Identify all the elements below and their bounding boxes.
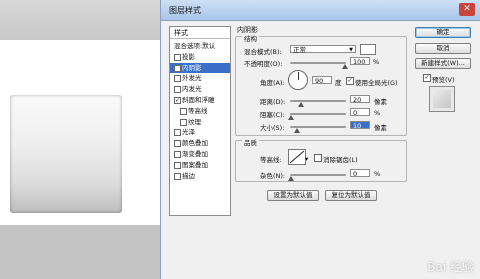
sidebar-item-checkbox[interactable] <box>174 75 181 83</box>
sidebar-item-checkbox[interactable] <box>174 161 181 169</box>
structure-title: 结构 <box>242 33 259 43</box>
sidebar-item[interactable]: 投影 <box>170 52 230 62</box>
dialog-title: 图层样式 <box>169 6 201 15</box>
noise-slider[interactable] <box>290 174 346 176</box>
size-slider-thumb[interactable] <box>294 128 300 133</box>
preview-label: 预览(V) <box>432 76 455 84</box>
set-default-button[interactable]: 设置为默认值 <box>267 190 319 201</box>
watermark: Bai 经验 <box>427 260 474 274</box>
opacity-slider-thumb[interactable] <box>342 64 348 69</box>
sidebar-item[interactable]: 纹理 <box>170 117 230 127</box>
sidebar-item-checkbox[interactable] <box>174 86 181 94</box>
sidebar-item-label: 投影 <box>182 52 195 61</box>
sidebar-item-label: 外发光 <box>182 74 202 83</box>
sidebar-item[interactable]: 渐变叠加 <box>170 149 230 159</box>
style-preview-swatch <box>429 86 455 112</box>
sidebar-item-label: 内发光 <box>182 85 202 94</box>
sidebar-item[interactable]: ✓ 内阴影 <box>170 62 230 73</box>
sidebar-item-checkbox[interactable] <box>174 140 181 148</box>
noise-label: 杂色(N): <box>260 172 286 180</box>
sidebar-item-checkbox[interactable] <box>174 53 181 61</box>
new-style-button[interactable]: 新建样式(W)... <box>415 58 471 69</box>
styles-list: 样式 混合选项:默认 投影 ✓ 内阴影 外发光 内发光 ✓ 斜面和浮雕 等高线 纹理 光泽 颜色叠加渐… <box>169 26 231 216</box>
sidebar-item[interactable]: 光泽 <box>170 127 230 137</box>
sidebar-item[interactable]: ✓ 斜面和浮雕 <box>170 95 230 105</box>
blend-mode-value: 正常 <box>293 46 306 54</box>
sidebar-item-label: 光泽 <box>182 128 195 137</box>
cancel-button[interactable]: 取消 <box>415 43 471 54</box>
sidebar-item[interactable]: 颜色叠加 <box>170 138 230 148</box>
sidebar-item-label: 纹理 <box>188 117 201 126</box>
structure-group: 结构 混合模式(B): 正常 不透明度(O): 100 % 角度(A): 90 … <box>235 33 407 136</box>
angle-unit: 度 <box>335 79 342 87</box>
contour-picker[interactable] <box>288 149 306 165</box>
styles-list-header[interactable]: 样式 <box>170 27 230 39</box>
sidebar-item-checkbox[interactable] <box>174 172 181 180</box>
antialias-checkbox[interactable] <box>314 154 322 162</box>
quality-title: 品质 <box>242 137 259 147</box>
distance-label: 距离(D): <box>260 98 286 106</box>
angle-input[interactable]: 90 <box>312 76 332 85</box>
layer-style-dialog: 图层样式 ✕ 样式 混合选项:默认 投影 ✓ 内阴影 外发光 内发光 ✓ 斜面和浮雕 等高线 纹理… <box>160 0 480 279</box>
sidebar-item-label: 斜面和浮雕 <box>182 96 215 104</box>
sidebar-item[interactable]: 内发光 <box>170 84 230 94</box>
sidebar-item-checkbox[interactable] <box>174 129 181 137</box>
noise-input[interactable]: 0 <box>350 169 370 178</box>
blend-mode-select[interactable]: 正常 <box>290 45 356 54</box>
sidebar-item-label: 内阴影 <box>182 63 202 72</box>
sidebar-item-checkbox[interactable] <box>180 118 187 126</box>
shadow-color-swatch[interactable] <box>360 44 376 55</box>
sidebar-item[interactable]: 外发光 <box>170 73 230 83</box>
dialog-titlebar: 图层样式 <box>161 0 480 21</box>
choke-input[interactable]: 0 <box>350 108 370 117</box>
sidebar-item[interactable]: 描边 <box>170 171 230 181</box>
contour-dropdown-icon[interactable]: ▾ <box>305 155 308 163</box>
sidebar-item-label: 颜色叠加 <box>182 139 208 148</box>
size-label: 大小(S): <box>260 124 285 132</box>
opacity-input[interactable]: 100 <box>350 57 370 66</box>
angle-label: 角度(A): <box>260 79 285 87</box>
sidebar-item-label: 渐变叠加 <box>182 150 208 158</box>
blend-mode-label: 混合模式(B): <box>244 48 282 56</box>
antialias-label: 消除锯齿(L) <box>323 156 358 164</box>
sidebar-item-label: 描边 <box>182 171 195 180</box>
opacity-unit: % <box>373 58 380 66</box>
ok-button[interactable]: 确定 <box>415 27 471 38</box>
canvas-toolbar-strip <box>0 0 160 40</box>
distance-input[interactable]: 20 <box>350 95 370 104</box>
contour-label: 等高线: <box>260 156 282 164</box>
angle-dial-needle <box>298 72 299 80</box>
opacity-label: 不透明度(O): <box>244 60 283 68</box>
choke-slider[interactable] <box>290 113 346 115</box>
sidebar-item-label: 图案叠加 <box>182 160 208 169</box>
size-input[interactable]: 10 <box>350 121 370 130</box>
close-icon[interactable]: ✕ <box>459 3 475 16</box>
layer-shape-preview <box>10 95 122 213</box>
contour-curve-icon <box>289 150 305 164</box>
noise-slider-thumb[interactable] <box>288 176 294 181</box>
sidebar-item-checkbox[interactable] <box>174 151 181 158</box>
distance-unit: 像素 <box>374 98 387 106</box>
quality-group: 品质 等高线: ▾ 消除锯齿(L) 杂色(N): 0 % <box>235 137 407 182</box>
distance-slider-thumb[interactable] <box>298 102 304 107</box>
global-light-checkbox[interactable]: ✓ <box>346 77 354 85</box>
choke-label: 阻塞(C): <box>260 111 285 119</box>
global-light-label: 使用全局光(G) <box>355 79 398 87</box>
sidebar-item-label: 混合选项:默认 <box>174 42 216 50</box>
opacity-slider[interactable] <box>290 62 346 64</box>
size-unit: 像素 <box>374 124 387 132</box>
sidebar-item[interactable]: 图案叠加 <box>170 160 230 170</box>
sidebar-item[interactable]: 等高线 <box>170 106 230 116</box>
reset-default-button[interactable]: 复位为默认值 <box>325 190 377 201</box>
choke-unit: % <box>374 109 381 117</box>
sidebar-item[interactable]: 混合选项:默认 <box>170 41 230 51</box>
sidebar-item-label: 等高线 <box>188 106 208 115</box>
angle-dial[interactable] <box>288 70 308 90</box>
preview-checkbox[interactable]: ✓ <box>423 74 431 82</box>
sidebar-item-checkbox[interactable]: ✓ <box>174 97 181 104</box>
sidebar-item-checkbox[interactable]: ✓ <box>174 64 181 72</box>
choke-slider-thumb[interactable] <box>288 115 294 120</box>
noise-unit: % <box>374 170 381 178</box>
sidebar-item-checkbox[interactable] <box>180 107 187 115</box>
